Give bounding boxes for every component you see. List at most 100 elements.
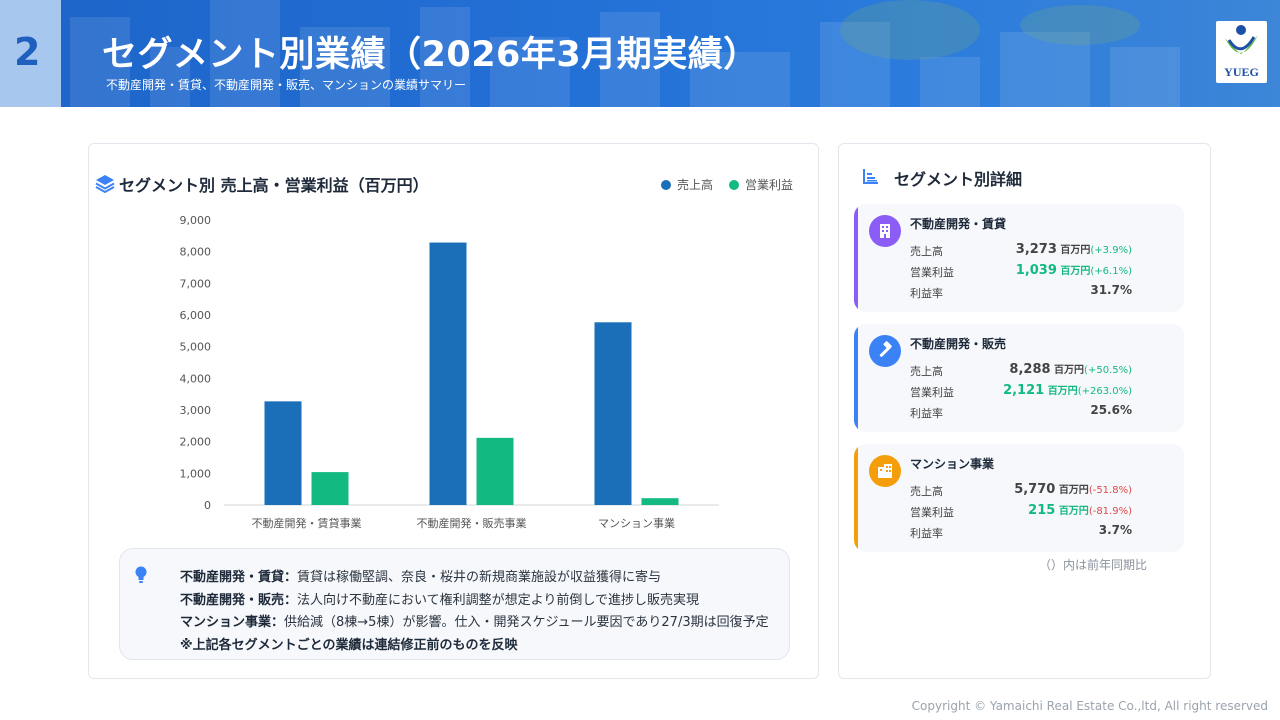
y-tick-label: 7,000 [180,277,212,290]
margin-value: 3.7% [1099,523,1132,537]
unit-label: 百万円 [1058,485,1089,496]
y-tick-label: 1,000 [180,467,212,480]
segment-name: マンション事業 [910,457,995,471]
page-number: 2 [14,30,41,74]
bar-chart-icon [863,169,878,184]
page-number-box: 2 [0,0,61,107]
commentary-box: 不動産開発・賃貸：賃貸は稼働堅調、奈良・桜井の新規商業施設が収益獲得に寄与 不動… [119,548,790,660]
profit-value: 215 百万円(-81.9%) [1028,502,1132,518]
y-tick-label: 0 [204,499,211,512]
sales-change: (+50.5%) [1084,365,1132,376]
unit-label: 百万円 [1047,386,1078,397]
segment-profit-row: 営業利益 215 百万円(-81.9%) [910,502,1132,520]
segment-icon-circle [869,335,901,367]
segment-sales-row: 売上高 3,273 百万円(+3.9%) [910,241,1132,259]
hammer-icon [879,341,892,357]
margin-value: 31.7% [1090,283,1132,297]
margin-label: 利益率 [910,527,943,540]
profit-label: 営業利益 [910,506,954,519]
segment-accent-bar [854,444,858,552]
profit-value: 1,039 百万円(+6.1%) [1016,262,1132,278]
bar-profit [476,437,514,505]
segment-card-sales: 不動産開発・販売 売上高 8,288 百万円(+50.5%) 営業利益 2,12… [854,324,1184,432]
note-line: マンション事業：供給減（8棟→5棟）が影響。仕入・開発スケジュール要因であり27… [180,611,769,630]
x-tick-label: 不動産開発・賃貸事業 [252,516,362,530]
profit-label: 営業利益 [910,386,954,399]
detail-title: セグメント別詳細 [894,170,1023,189]
x-tick-label: マンション事業 [598,517,675,530]
sales-number: 8,288 [1009,362,1051,377]
company-logo: YUEG [1216,21,1267,83]
segment-sales-row: 売上高 5,770 百万円(-51.8%) [910,481,1132,499]
city-icon [878,464,892,478]
sales-label: 売上高 [910,365,943,378]
profit-change: (-81.9%) [1088,506,1132,517]
bar-sales [594,322,632,505]
margin-value: 25.6% [1090,403,1132,417]
sales-number: 5,770 [1014,482,1056,497]
profit-change: (+6.1%) [1090,266,1132,277]
sales-value: 8,288 百万円(+50.5%) [1009,361,1132,377]
building-icon [880,224,890,238]
y-tick-label: 5,000 [180,341,212,354]
segment-margin-row: 利益率 3.7% [910,523,1132,541]
note-text: 賃貸は稼働堅調、奈良・桜井の新規商業施設が収益獲得に寄与 [297,570,662,585]
profit-value: 2,121 百万円(+263.0%) [1003,382,1132,398]
unit-label: 百万円 [1054,365,1085,376]
margin-number: 31.7% [1090,283,1132,297]
bar-sales [264,401,302,505]
segment-profit-row: 営業利益 2,121 百万円(+263.0%) [910,382,1132,400]
sales-change: (+3.9%) [1090,245,1132,256]
note-text: 供給減（8棟→5棟）が影響。仕入・開発スケジュール要因であり27/3期は回復予定 [284,615,769,630]
copyright: Copyright © Yamaichi Real Estate Co.,ltd… [911,699,1268,713]
segment-icon-circle [869,215,901,247]
unit-label: 百万円 [1058,506,1089,517]
profit-number: 2,121 [1003,383,1045,398]
note-line: 不動産開発・販売：法人向け不動産において権利調整が想定より前倒しで進捗し販売実現 [180,589,699,608]
sales-value: 5,770 百万円(-51.8%) [1014,481,1132,497]
unit-label: 百万円 [1060,266,1091,277]
margin-label: 利益率 [910,407,943,420]
header-banner: 2 セグメント別業績（2026年3月期実績） 不動産開発・賃貸、不動産開発・販売… [0,0,1280,107]
segment-name: 不動産開発・賃貸 [910,217,1007,231]
y-tick-label: 4,000 [180,372,212,385]
page-title: セグメント別業績（2026年3月期実績） [102,35,759,75]
profit-number: 215 [1028,503,1056,518]
profit-number: 1,039 [1015,263,1057,278]
note-text: 法人向け不動産において権利調整が想定より前倒しで進捗し販売実現 [297,593,699,608]
comparison-footnote: （）内は前年同期比 [1038,558,1147,572]
note-line: ※上記各セグメントごとの業績は連結修正前のものを反映 [180,634,518,653]
y-tick-label: 3,000 [180,404,212,417]
profit-change: (+263.0%) [1077,386,1132,397]
unit-label: 百万円 [1060,245,1091,256]
segment-card-condo: マンション事業 売上高 5,770 百万円(-51.8%) 営業利益 215 百… [854,444,1184,552]
chart-card: セグメント別 売上高・営業利益（百万円） 売上高 営業利益 0 1,000 2,00… [88,143,819,679]
note-label: 不動産開発・販売： [180,593,298,608]
x-tick-label: 不動産開発・販売事業 [417,516,527,530]
y-tick-label: 6,000 [180,309,212,322]
margin-number: 25.6% [1090,403,1132,417]
segment-margin-row: 利益率 31.7% [910,283,1132,301]
note-line: 不動産開発・賃貸：賃貸は稼働堅調、奈良・桜井の新規商業施設が収益獲得に寄与 [180,566,661,585]
note-label: 不動産開発・賃貸： [180,570,298,585]
note-label: ※上記各セグメントごとの業績は連結修正前のものを反映 [180,638,518,653]
segment-margin-row: 利益率 25.6% [910,403,1132,421]
segment-icon-circle [869,455,901,487]
lightbulb-icon [135,566,147,583]
detail-card: セグメント別詳細 不動産開発・賃貸 売上高 3,273 百万円(+3.9%) 営… [838,143,1211,679]
segment-sales-row: 売上高 8,288 百万円(+50.5%) [910,361,1132,379]
logo-text: YUEG [1224,65,1259,79]
segment-accent-bar [854,324,858,432]
bar-sales [429,242,467,505]
y-tick-label: 9,000 [180,214,212,227]
bar-profit [311,472,349,505]
sales-change: (-51.8%) [1088,485,1132,496]
profit-label: 営業利益 [910,266,954,279]
bar-chart: 0 1,000 2,000 3,000 4,000 5,000 6,000 7,000 8,00… [180,214,719,530]
margin-number: 3.7% [1098,523,1132,537]
logo-mark-icon [1225,25,1258,54]
segment-card-rental: 不動産開発・賃貸 売上高 3,273 百万円(+3.9%) 営業利益 1,039… [854,204,1184,312]
y-tick-label: 2,000 [180,436,212,449]
bar-profit [641,498,679,505]
sales-label: 売上高 [910,245,943,258]
